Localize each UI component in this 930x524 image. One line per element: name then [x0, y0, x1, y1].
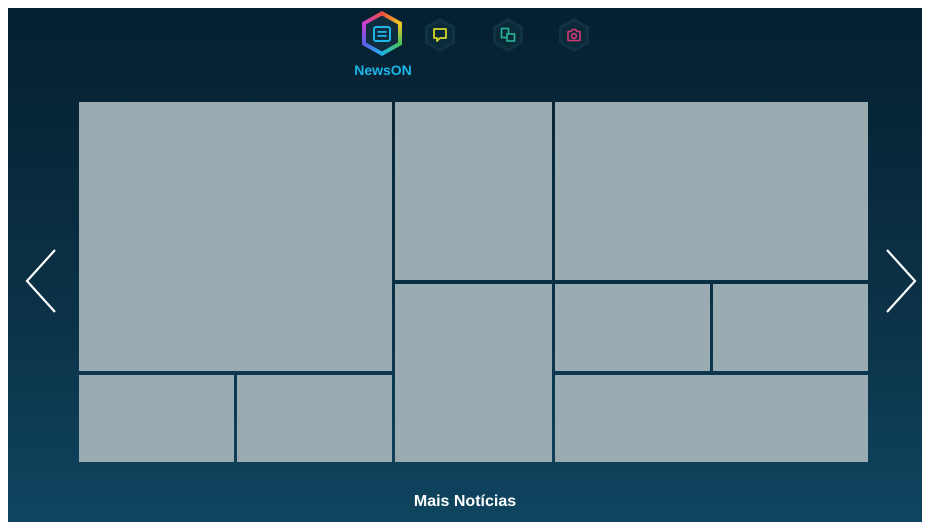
news-tile[interactable] [79, 102, 392, 371]
news-tile[interactable] [555, 375, 868, 462]
app-chat-button[interactable] [425, 18, 455, 52]
news-tile[interactable] [555, 284, 710, 371]
app-hub-bar: NewsON [8, 8, 922, 88]
tv-screen: NewsON Mais Notícias [8, 8, 922, 522]
active-app-label: NewsON [354, 62, 412, 78]
news-tile-grid [79, 102, 868, 462]
camera-icon-hex [559, 18, 589, 52]
devices-icon [500, 27, 516, 42]
news-icon-hex [362, 11, 402, 56]
news-tile[interactable] [237, 375, 392, 462]
app-news-button[interactable] [362, 11, 402, 56]
chat-icon-hex [425, 18, 455, 52]
camera-icon [567, 28, 581, 42]
news-tile[interactable] [395, 102, 552, 280]
app-camera-button[interactable] [559, 18, 589, 52]
news-tile[interactable] [395, 284, 552, 462]
news-tile[interactable] [713, 284, 868, 371]
devices-icon-hex [493, 18, 523, 52]
app-devices-button[interactable] [493, 18, 523, 52]
chevron-right-icon[interactable] [884, 248, 918, 314]
news-icon [373, 25, 391, 42]
news-tile[interactable] [79, 375, 234, 462]
chevron-left-icon[interactable] [24, 248, 58, 314]
section-title: Mais Notícias [413, 493, 517, 510]
chat-icon [433, 28, 447, 42]
news-tile[interactable] [555, 102, 868, 280]
